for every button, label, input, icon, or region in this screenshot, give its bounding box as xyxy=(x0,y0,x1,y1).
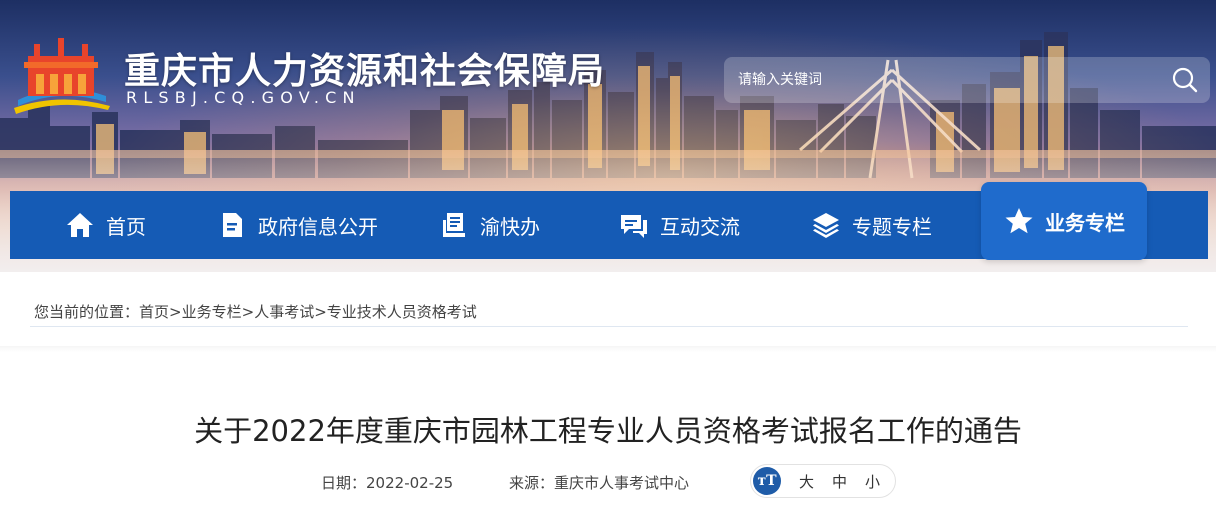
nav-item-home[interactable]: 首页 xyxy=(64,191,146,259)
search-input[interactable] xyxy=(738,57,1158,103)
section-divider xyxy=(0,346,1216,352)
nav-item-label: 政府信息公开 xyxy=(258,214,378,239)
article-source: 来源：重庆市人事考试中心 xyxy=(509,472,689,493)
document-icon xyxy=(216,209,248,241)
breadcrumb-prefix: 您当前的位置： xyxy=(34,303,140,321)
article-title: 关于2022年度重庆市园林工程专业人员资格考试报名工作的通告 xyxy=(194,414,1022,448)
breadcrumb-separator: > xyxy=(169,303,182,321)
breadcrumb-separator: > xyxy=(314,303,327,321)
breadcrumb-link-personnel-exam[interactable]: 人事考试 xyxy=(254,303,314,321)
source-value: 重庆市人事考试中心 xyxy=(554,474,690,492)
service-desk-icon xyxy=(438,209,470,241)
nav-item-label: 专题专栏 xyxy=(852,214,932,239)
home-icon xyxy=(64,209,96,241)
date-label: 日期： xyxy=(321,474,367,492)
nav-item-yukuaiban[interactable]: 渝快办 xyxy=(438,191,540,259)
nav-item-label: 互动交流 xyxy=(660,214,740,239)
breadcrumb-divider xyxy=(30,326,1188,327)
site-domain: RLSBJ.CQ.GOV.CN xyxy=(126,88,361,107)
main-nav: 首页 政府信息公开 渝快办 互动交流 专题专栏 业务专栏 xyxy=(10,182,1208,260)
search-icon[interactable] xyxy=(1168,63,1202,97)
chat-bubbles-icon xyxy=(618,209,650,241)
article-date: 日期：2022-02-25 xyxy=(321,472,453,493)
star-icon xyxy=(1003,205,1035,237)
date-value: 2022-02-25 xyxy=(366,474,454,492)
breadcrumb-link-business[interactable]: 业务专栏 xyxy=(182,303,242,321)
font-size-small-button[interactable]: 小 xyxy=(865,471,880,492)
bureau-logo-icon xyxy=(14,38,110,114)
nav-item-interaction[interactable]: 互动交流 xyxy=(618,191,740,259)
source-label: 来源： xyxy=(509,474,555,492)
layers-icon xyxy=(810,209,842,241)
nav-item-business[interactable]: 业务专栏 xyxy=(981,182,1147,260)
nav-item-topics[interactable]: 专题专栏 xyxy=(810,191,932,259)
breadcrumb: 您当前的位置：首页>业务专栏>人事考试>专业技术人员资格考试 xyxy=(34,301,477,322)
search-box xyxy=(724,57,1210,103)
nav-item-gov-info[interactable]: 政府信息公开 xyxy=(216,191,378,259)
site-title: 重庆市人力资源和社会保障局 xyxy=(124,51,606,92)
nav-item-label: 首页 xyxy=(106,214,146,239)
font-size-medium-button[interactable]: 中 xyxy=(832,471,847,492)
nav-item-label: 业务专栏 xyxy=(1045,210,1125,235)
breadcrumb-link-professional-exam[interactable]: 专业技术人员资格考试 xyxy=(327,303,477,321)
breadcrumb-separator: > xyxy=(241,303,255,321)
font-size-icon: тT xyxy=(753,467,781,495)
font-size-large-button[interactable]: 大 xyxy=(799,471,814,492)
breadcrumb-link-home[interactable]: 首页 xyxy=(139,303,169,321)
font-size-switcher: тT 大 中 小 xyxy=(750,464,896,498)
nav-item-label: 渝快办 xyxy=(480,214,540,239)
